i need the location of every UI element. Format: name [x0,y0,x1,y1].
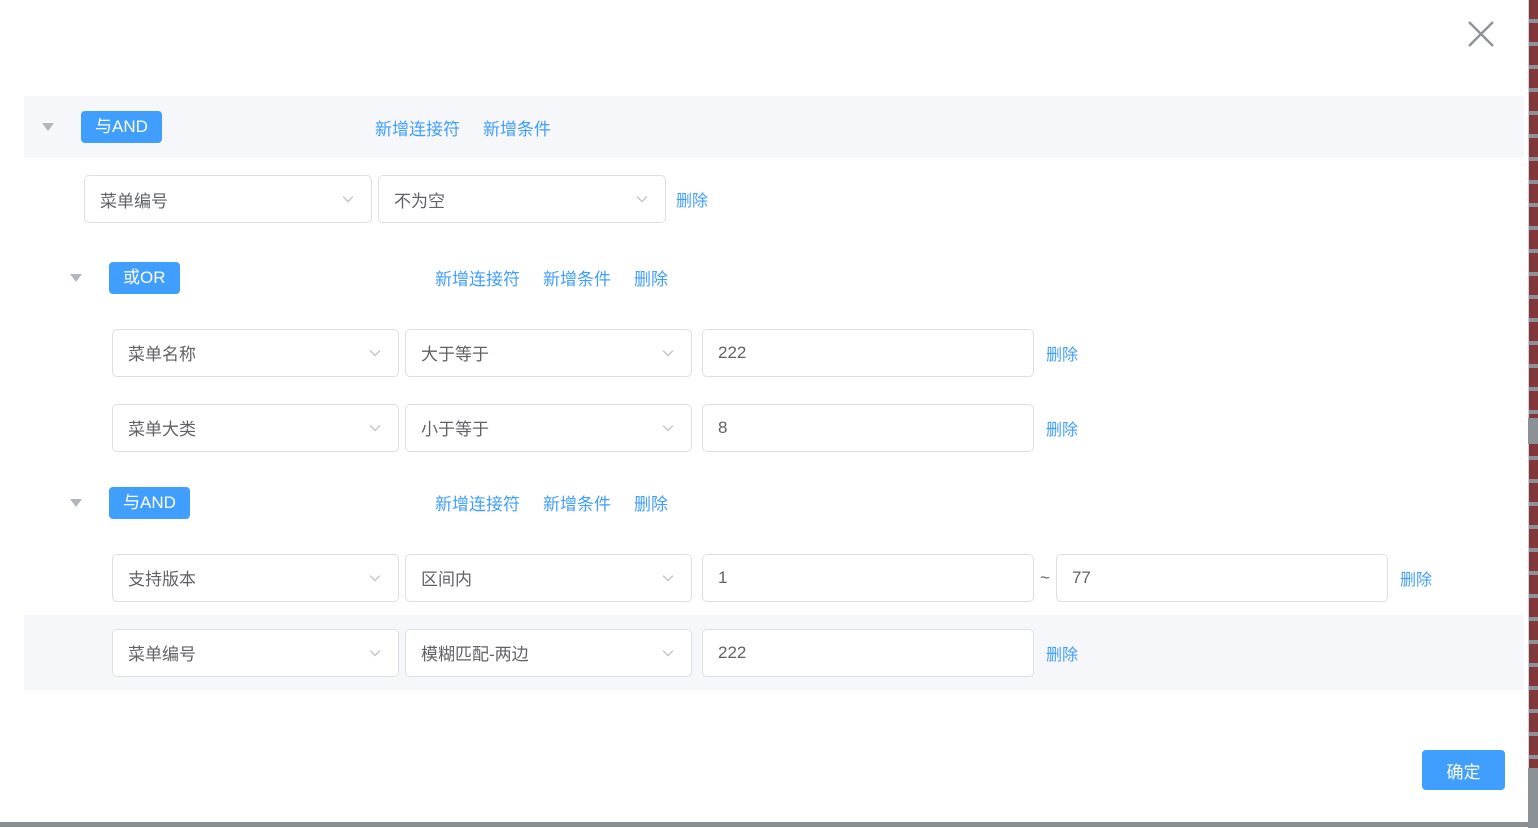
field-select[interactable]: 菜单编号 [84,175,372,223]
chevron-down-icon [367,345,383,361]
scrollbar-thumb[interactable] [1528,418,1538,444]
chevron-down-icon [660,645,676,661]
range-to-input[interactable] [1056,554,1388,602]
condition-tree: 与AND 新增连接符 新增条件 菜单编号 不为空 删除 或OR 新增连接符 新增… [0,96,1524,690]
condition-row-2: 菜单名称 大于等于 删除 [24,315,1524,390]
operator-select[interactable]: 区间内 [405,554,692,602]
delete-link[interactable]: 删除 [1046,341,1078,365]
delete-link[interactable]: 删除 [676,187,708,211]
delete-group-link[interactable]: 删除 [634,265,668,290]
chevron-down-icon [367,570,383,586]
condition-row-5: 菜单编号 模糊匹配-两边 删除 [24,615,1524,690]
group-node-or: 或OR 新增连接符 新增条件 删除 [24,240,1524,315]
group-node-and2: 与AND 新增连接符 新增条件 删除 [24,465,1524,540]
condition-row-1: 菜单编号 不为空 删除 [24,158,1524,240]
chevron-down-icon [340,191,356,207]
field-select[interactable]: 菜单编号 [112,629,399,677]
value-input[interactable] [702,404,1034,452]
chevron-down-icon [660,420,676,436]
select-value: 小于等于 [421,415,489,440]
window-bottom-edge [0,822,1528,827]
add-connector-link[interactable]: 新增连接符 [375,115,460,140]
chevron-down-icon [634,191,650,207]
expand-caret-icon[interactable] [42,123,54,131]
add-condition-link[interactable]: 新增条件 [483,115,551,140]
operator-select[interactable]: 不为空 [378,175,666,223]
range-from-input[interactable] [702,554,1034,602]
add-condition-link[interactable]: 新增条件 [543,490,611,515]
operator-select[interactable]: 小于等于 [405,404,692,452]
add-connector-link[interactable]: 新增连接符 [435,490,520,515]
select-value: 不为空 [394,187,445,212]
select-value: 大于等于 [421,340,489,365]
select-value: 菜单名称 [128,340,196,365]
close-button[interactable] [1464,17,1498,51]
operator-select[interactable]: 模糊匹配-两边 [405,629,692,677]
chevron-down-icon [367,420,383,436]
field-select[interactable]: 菜单大类 [112,404,399,452]
close-icon [1464,17,1498,51]
connector-badge-and[interactable]: 与AND [109,487,190,519]
select-value: 模糊匹配-两边 [421,640,529,665]
value-input[interactable] [702,629,1034,677]
operator-select[interactable]: 大于等于 [405,329,692,377]
select-value: 菜单大类 [128,415,196,440]
scrollbar-thumb[interactable] [1528,768,1538,828]
delete-link[interactable]: 删除 [1046,641,1078,665]
chevron-down-icon [367,645,383,661]
add-condition-link[interactable]: 新增条件 [543,265,611,290]
connector-badge-and[interactable]: 与AND [81,111,162,143]
delete-link[interactable]: 删除 [1400,566,1432,590]
expand-caret-icon[interactable] [70,499,82,507]
group-node-root-and: 与AND 新增连接符 新增条件 [24,96,1524,158]
field-select[interactable]: 菜单名称 [112,329,399,377]
add-connector-link[interactable]: 新增连接符 [435,265,520,290]
condition-row-4: 支持版本 区间内 ~ 删除 [24,540,1524,615]
expand-caret-icon[interactable] [70,274,82,282]
confirm-button[interactable]: 确定 [1422,750,1505,790]
select-value: 菜单编号 [128,640,196,665]
condition-row-3: 菜单大类 小于等于 删除 [24,390,1524,465]
field-select[interactable]: 支持版本 [112,554,399,602]
select-value: 区间内 [421,565,472,590]
chevron-down-icon [660,570,676,586]
page-right-edge [1528,0,1538,828]
range-separator: ~ [1040,568,1050,588]
chevron-down-icon [660,345,676,361]
value-input[interactable] [702,329,1034,377]
select-value: 支持版本 [128,565,196,590]
delete-group-link[interactable]: 删除 [634,490,668,515]
connector-badge-or[interactable]: 或OR [109,262,180,294]
delete-link[interactable]: 删除 [1046,416,1078,440]
select-value: 菜单编号 [100,187,168,212]
